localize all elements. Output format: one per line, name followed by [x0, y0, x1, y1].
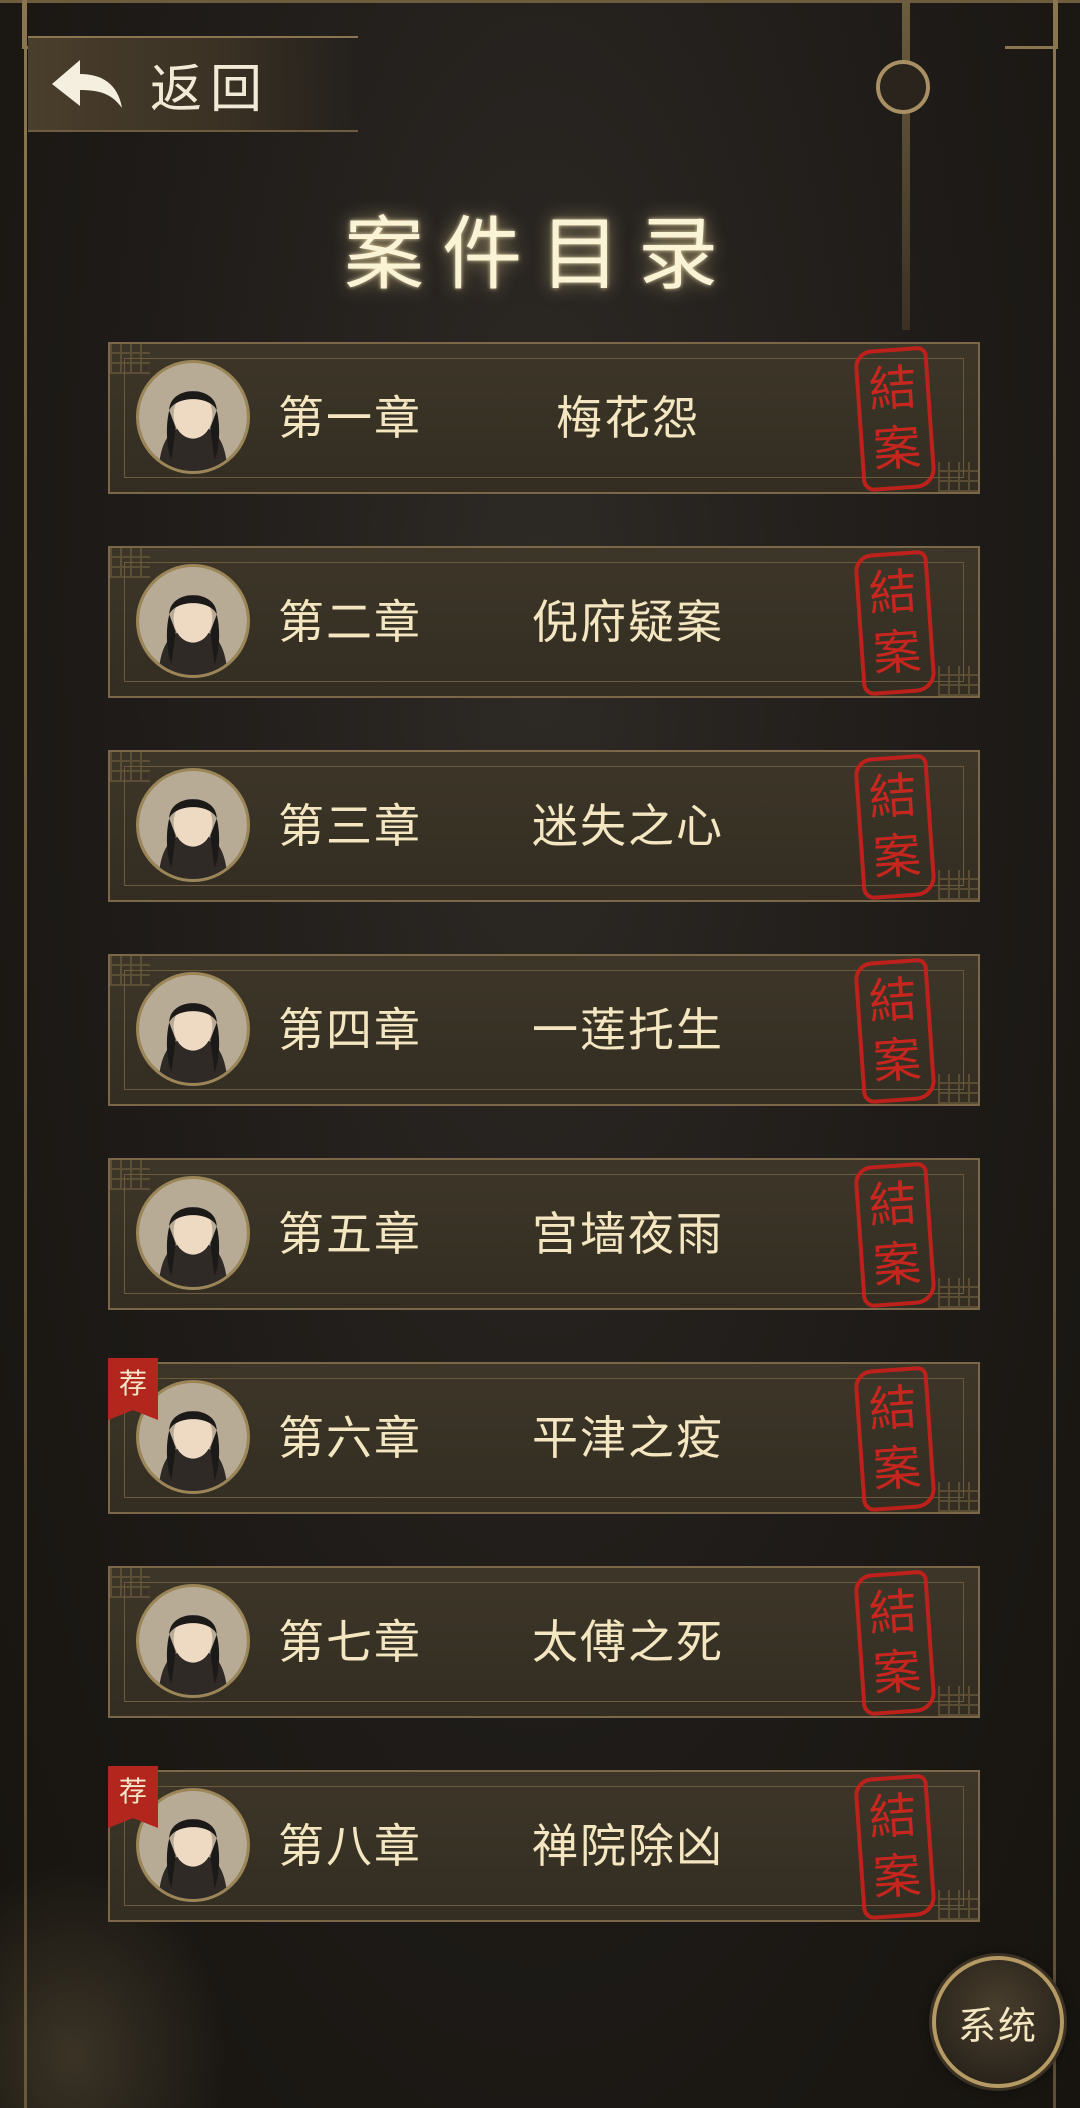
lattice-corner — [938, 1278, 978, 1308]
character-avatar — [136, 972, 250, 1086]
closed-case-seal-icon: 結 案 — [853, 1161, 937, 1309]
frame-right-border — [1053, 0, 1056, 2108]
closed-case-seal-icon: 結 案 — [853, 549, 937, 697]
seal-char: 結 — [866, 563, 919, 623]
closed-case-seal-icon: 結 案 — [853, 345, 937, 493]
case-title: 宫墙夜雨 — [532, 1207, 724, 1261]
seal-char: 結 — [866, 971, 919, 1031]
chapter-label: 第三章 — [278, 799, 422, 853]
back-label: 返回 — [150, 59, 271, 120]
character-portrait-icon — [139, 567, 247, 675]
seal-char: 案 — [871, 419, 923, 479]
lattice-corner — [938, 666, 978, 696]
character-portrait-icon — [139, 1587, 247, 1695]
character-avatar — [136, 1584, 250, 1698]
closed-case-seal-icon: 結 案 — [853, 1773, 937, 1921]
seal-char: 案 — [871, 1235, 923, 1295]
character-portrait-icon — [139, 363, 247, 471]
case-title: 太傅之死 — [532, 1615, 724, 1669]
case-title: 禅院除凶 — [532, 1819, 724, 1873]
closed-case-seal-icon: 結 案 — [853, 753, 937, 901]
lattice-corner — [938, 1074, 978, 1104]
case-item[interactable]: 第三章 迷失之心 結 案 — [108, 750, 980, 902]
frame-top-border — [0, 0, 1080, 3]
case-title: 一莲托生 — [532, 1003, 724, 1057]
back-arrow-icon — [52, 60, 122, 108]
chapter-label: 第八章 — [278, 1819, 422, 1873]
case-title: 迷失之心 — [532, 799, 724, 853]
character-avatar — [136, 564, 250, 678]
seal-char: 案 — [871, 623, 923, 683]
character-portrait-icon — [139, 975, 247, 1083]
system-button-label: 系统 — [957, 2003, 1038, 2048]
chapter-label: 第七章 — [278, 1615, 422, 1669]
back-button[interactable]: 返回 — [28, 36, 358, 132]
chapter-label: 第二章 — [278, 595, 422, 649]
chapter-label: 第六章 — [278, 1411, 422, 1465]
case-title: 梅花怨 — [556, 391, 700, 445]
character-avatar — [136, 360, 250, 474]
lattice-corner — [938, 462, 978, 492]
character-avatar — [136, 1176, 250, 1290]
character-portrait-icon — [139, 1179, 247, 1287]
seal-char: 結 — [866, 1583, 919, 1643]
system-button[interactable]: 系统 — [932, 1956, 1064, 2088]
lattice-corner — [938, 1890, 978, 1920]
closed-case-seal-icon: 結 案 — [853, 1365, 937, 1513]
lattice-corner — [110, 752, 150, 782]
seal-char: 案 — [871, 1847, 923, 1907]
case-item[interactable]: 第八章 禅院除凶 結 案 荐 — [108, 1766, 980, 1922]
seal-char: 案 — [871, 1031, 923, 1091]
case-item[interactable]: 第一章 梅花怨 結 案 — [108, 342, 980, 494]
case-item[interactable]: 第四章 一莲托生 結 案 — [108, 954, 980, 1106]
case-item[interactable]: 第五章 宫墙夜雨 結 案 — [108, 1158, 980, 1310]
closed-case-seal-icon: 結 案 — [853, 1569, 937, 1717]
lattice-corner — [110, 344, 150, 374]
case-title: 平津之疫 — [532, 1411, 724, 1465]
lattice-corner — [110, 1160, 150, 1190]
chapter-label: 第五章 — [278, 1207, 422, 1261]
seal-char: 結 — [866, 1787, 919, 1847]
lattice-corner — [110, 548, 150, 578]
case-item[interactable]: 第六章 平津之疫 結 案 荐 — [108, 1358, 980, 1514]
case-title: 倪府疑案 — [532, 595, 724, 649]
closed-case-seal-icon: 結 案 — [853, 957, 937, 1105]
frame-corner — [1005, 0, 1058, 49]
case-item[interactable]: 第二章 倪府疑案 結 案 — [108, 546, 980, 698]
frame-left-border — [24, 0, 27, 2108]
lattice-corner — [110, 956, 150, 986]
case-list: 第一章 梅花怨 結 案 第二章 倪府疑案 結 案 第三章 迷失之心 結 案 第四… — [108, 342, 980, 1974]
case-item[interactable]: 第七章 太傅之死 結 案 — [108, 1566, 980, 1718]
seal-char: 案 — [871, 1643, 923, 1703]
lattice-corner — [938, 1482, 978, 1512]
character-avatar — [136, 768, 250, 882]
seal-char: 結 — [866, 1175, 919, 1235]
seal-char: 案 — [871, 827, 923, 887]
seal-char: 結 — [866, 359, 919, 419]
chapter-label: 第一章 — [278, 391, 422, 445]
seal-char: 結 — [866, 767, 919, 827]
chapter-label: 第四章 — [278, 1003, 422, 1057]
page-title: 案件目录 — [344, 208, 736, 301]
lattice-corner — [938, 870, 978, 900]
seal-char: 案 — [871, 1439, 923, 1499]
lattice-corner — [938, 1686, 978, 1716]
lattice-corner — [110, 1568, 150, 1598]
seal-char: 結 — [866, 1379, 919, 1439]
pendant-decoration — [876, 60, 930, 114]
character-portrait-icon — [139, 771, 247, 879]
